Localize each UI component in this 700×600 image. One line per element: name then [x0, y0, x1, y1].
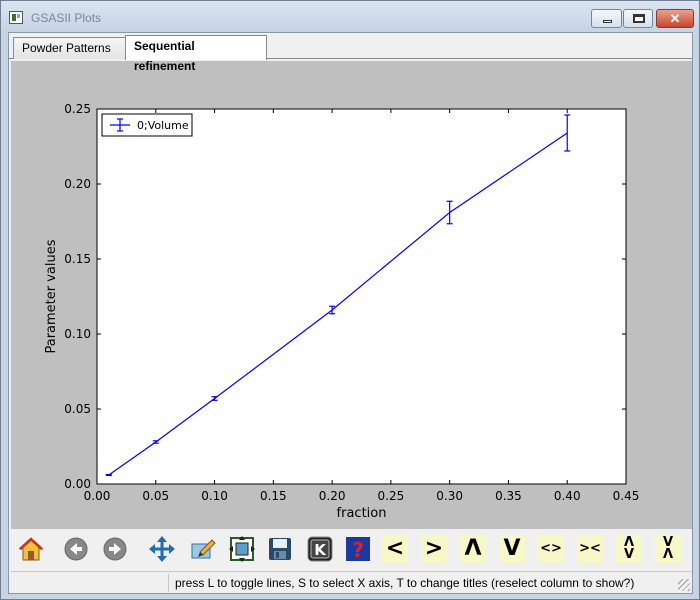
x-tick-label: 0.20 — [319, 489, 346, 503]
minimize-icon — [603, 20, 612, 23]
x-tick-label: 0.05 — [142, 489, 169, 503]
shift-left-button[interactable]: < — [382, 535, 408, 563]
sequential-plot: 0.00 0.05 0.10 0.15 0.20 0.25 0.30 0.35 0.40 0.45… — [44, 102, 640, 521]
tab-bar: Powder Patterns Sequential refinement — [9, 33, 692, 73]
y-tick-label: 0.00 — [64, 477, 91, 491]
save-icon — [269, 538, 291, 560]
resize-grip-icon[interactable] — [678, 579, 690, 591]
shift-up-button[interactable]: Λ — [460, 535, 486, 563]
y-axis-label: Parameter values — [44, 239, 59, 353]
configure-subplots-icon — [229, 536, 255, 562]
help-icon: ? — [346, 537, 370, 562]
x-tick-label: 0.00 — [84, 489, 111, 503]
shrink-x-button[interactable]: >< — [577, 535, 603, 563]
status-bar: press L to toggle lines, S to select X a… — [11, 571, 692, 593]
pan-icon — [149, 536, 175, 562]
svg-text:?: ? — [352, 538, 364, 562]
home-icon — [18, 537, 44, 561]
expand-x-button[interactable]: <> — [538, 535, 564, 563]
app-icon — [9, 11, 23, 24]
close-icon: ✕ — [669, 11, 681, 26]
expand-y-button[interactable]: Λ V — [616, 535, 642, 563]
y-tick-label: 0.05 — [64, 402, 91, 416]
legend-label: 0;Volume — [137, 119, 189, 132]
plot-frame — [96, 108, 627, 485]
help-button[interactable]: ? — [344, 534, 372, 564]
forward-button[interactable] — [101, 534, 129, 564]
tab-sequential-refinement[interactable]: Sequential refinement — [125, 35, 267, 73]
x-tick-label: 0.35 — [495, 489, 522, 503]
configure-subplots-button[interactable] — [228, 534, 256, 564]
gsas-plots-window: GSASII Plots ✕ Powder Patterns Sequentia… — [0, 0, 700, 600]
forward-icon — [103, 537, 127, 561]
shift-right-button[interactable]: > — [421, 535, 447, 563]
status-cell — [11, 574, 169, 592]
shrink-y-button[interactable]: V Λ — [655, 535, 681, 563]
back-button[interactable] — [62, 534, 90, 564]
plot-canvas[interactable]: 0.00 0.05 0.10 0.15 0.20 0.25 0.30 0.35 0.40 0.45… — [11, 61, 692, 529]
back-icon — [64, 537, 88, 561]
keyboard-icon: K — [307, 536, 333, 562]
window-title: GSASII Plots — [31, 11, 102, 25]
shift-down-button[interactable]: V — [499, 535, 525, 563]
plot-toolbar: K ? < > Λ V <> >< Λ V V Λ — [11, 530, 692, 568]
home-button[interactable] — [17, 534, 45, 564]
title-bar[interactable]: GSASII Plots ✕ — [1, 1, 699, 32]
maximize-button[interactable] — [623, 9, 653, 28]
maximize-icon — [633, 14, 645, 23]
y-tick-label: 0.10 — [64, 327, 91, 341]
svg-text:K: K — [314, 541, 327, 559]
keyboard-button[interactable]: K — [306, 534, 334, 564]
status-text: press L to toggle lines, S to select X a… — [175, 576, 635, 590]
client-area: Powder Patterns Sequential refinement 0.… — [8, 32, 693, 594]
x-tick-label: 0.15 — [260, 489, 287, 503]
close-button[interactable]: ✕ — [656, 9, 694, 28]
x-tick-label: 0.25 — [378, 489, 405, 503]
x-axis-label: fraction — [337, 506, 387, 521]
minimize-button[interactable] — [591, 9, 622, 28]
y-tick-label: 0.15 — [64, 252, 91, 266]
zoom-icon — [191, 539, 216, 559]
tab-powder-patterns[interactable]: Powder Patterns — [13, 37, 126, 59]
y-tick-label: 0.20 — [64, 177, 91, 191]
pan-button[interactable] — [148, 534, 176, 564]
x-tick-label: 0.30 — [436, 489, 463, 503]
x-tick-label: 0.45 — [613, 489, 640, 503]
x-tick-label: 0.40 — [554, 489, 581, 503]
y-tick-label: 0.25 — [64, 102, 91, 116]
zoom-button[interactable] — [189, 534, 217, 564]
save-button[interactable] — [266, 534, 294, 564]
x-tick-label: 0.10 — [201, 489, 228, 503]
